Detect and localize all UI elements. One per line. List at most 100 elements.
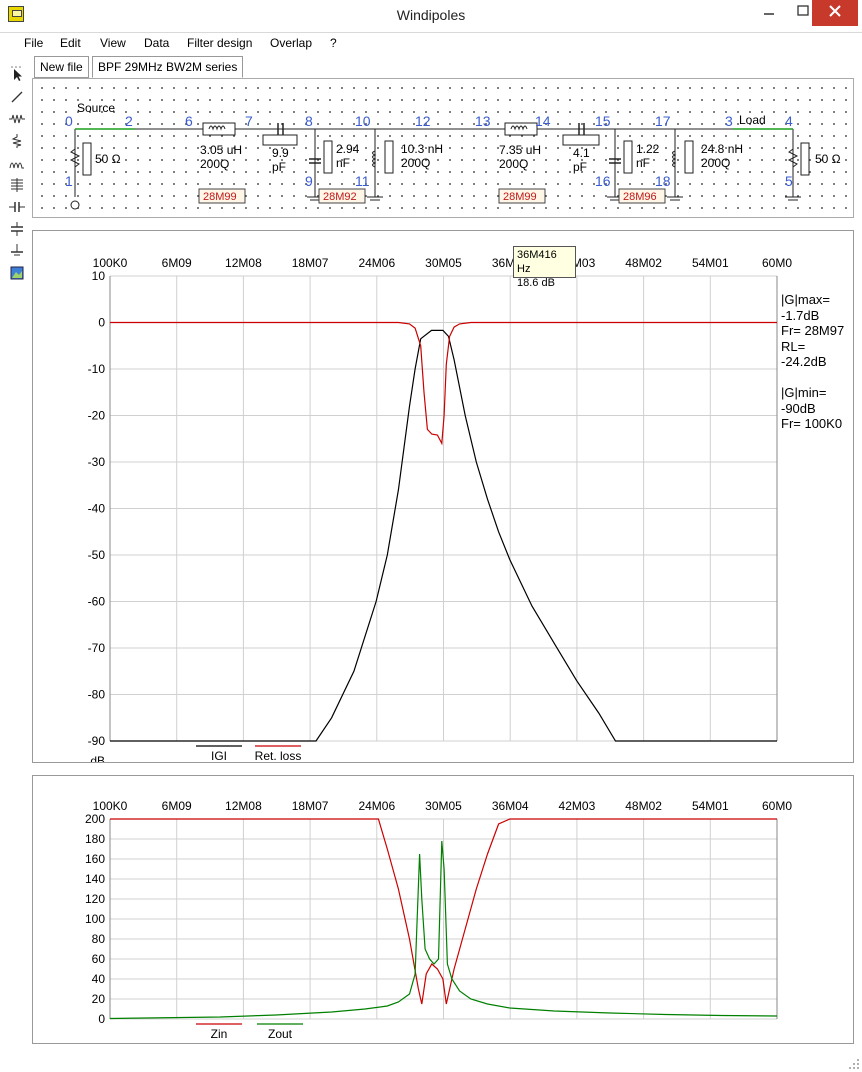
capacitor-ground-icon <box>11 222 23 236</box>
picture-tool[interactable] <box>6 266 28 284</box>
node-label: 18 <box>655 173 671 189</box>
tooltip-frequency: 36M416 Hz <box>517 249 557 275</box>
l2-q: 200Q <box>401 156 430 170</box>
window-title: Windipoles <box>396 7 466 23</box>
shunt-capacitor-tool[interactable] <box>6 222 28 240</box>
y-tick-label: 100 <box>85 912 105 926</box>
node-label: 15 <box>595 113 611 129</box>
tab-new-file[interactable]: New file <box>34 56 89 78</box>
shunt-inductor-1[interactable] <box>372 140 394 174</box>
x-tick-label: 36M04 <box>492 799 529 813</box>
gain-chart-panel[interactable]: 100K0 6M09 12M08 18M07 24M06 30M05 36M04 42M03 4… <box>32 230 854 763</box>
node-label: 4 <box>785 113 793 129</box>
c4-value: 1.22 <box>636 142 660 156</box>
x-tick-label: 30M05 <box>425 256 462 270</box>
coil-tool[interactable] <box>6 178 28 196</box>
c2-unit: nF <box>336 156 350 170</box>
series-capacitor-2[interactable] <box>562 123 600 146</box>
legend-label: Zout <box>268 1027 293 1041</box>
tool-palette <box>6 64 28 294</box>
resonance-label: 28M96 <box>623 191 657 203</box>
x-tick-label: 54M01 <box>692 256 729 270</box>
pointer-tool[interactable] <box>6 68 28 86</box>
y-tick-label: 80 <box>92 932 106 946</box>
wire-icon <box>11 91 23 103</box>
y-tick-label: 60 <box>92 952 106 966</box>
x-tick-label: 18M07 <box>292 256 329 270</box>
node-label: 13 <box>475 113 491 129</box>
series-inductor-1[interactable] <box>202 122 236 136</box>
resize-grip-icon[interactable] <box>848 1058 860 1070</box>
transformer-icon <box>9 162 24 169</box>
l1-q: 200Q <box>200 157 229 171</box>
series-inductor-2[interactable] <box>504 122 538 136</box>
load-resistor[interactable] <box>787 142 810 176</box>
capacitor-tool[interactable] <box>6 200 28 218</box>
resistor-tool[interactable] <box>6 112 28 130</box>
y-tick-label: 0 <box>98 1012 105 1026</box>
ground-icon <box>11 244 23 256</box>
resistor-icon <box>9 114 25 124</box>
x-tick-label: 6M09 <box>162 256 192 270</box>
schematic-drawing: 0 2 6 7 8 10 12 13 14 15 17 3 4 1 9 11 1… <box>65 101 841 210</box>
x-tick-label: 12M08 <box>225 799 262 813</box>
node-label: 6 <box>185 113 193 129</box>
legend-label: IGI <box>211 749 227 762</box>
menu-data[interactable]: Data <box>144 36 169 50</box>
inductor-tool[interactable] <box>6 134 28 152</box>
tooltip-value: 18.6 dB <box>517 277 555 289</box>
node-label: 5 <box>785 173 793 189</box>
series-capacitor-1[interactable] <box>262 123 298 146</box>
x-tick-label: 12M08 <box>225 256 262 270</box>
x-tick-label: 60M0 <box>762 256 792 270</box>
y-tick-label: 10 <box>92 269 106 283</box>
menu-view[interactable]: View <box>100 36 126 50</box>
legend-label: Zin <box>211 1027 228 1041</box>
impedance-chart-panel[interactable]: 100K0 6M09 12M08 18M07 24M06 30M05 36M04 42M03 4… <box>32 775 854 1044</box>
x-tick-label: 18M07 <box>292 799 329 813</box>
minimize-button[interactable] <box>752 0 786 26</box>
capacitor-icon <box>9 202 25 212</box>
coil-icon <box>11 178 23 192</box>
close-button[interactable] <box>812 0 858 26</box>
x-tick-label: 30M05 <box>425 799 462 813</box>
ground-tool[interactable] <box>6 244 28 262</box>
l4-q: 200Q <box>701 156 730 170</box>
node-label: 1 <box>65 173 73 189</box>
shunt-capacitor-2[interactable] <box>609 140 633 174</box>
source-resistor[interactable] <box>69 142 92 176</box>
node-label: 9 <box>305 173 313 189</box>
menu-overlap[interactable]: Overlap <box>270 36 312 50</box>
minimize-icon <box>764 13 774 15</box>
menu-filter-design[interactable]: Filter design <box>187 36 252 50</box>
source-resistance: 50 Ω <box>95 152 121 166</box>
y-tick-label: -20 <box>88 409 106 423</box>
shunt-inductor-2[interactable] <box>672 140 694 174</box>
menu-help[interactable]: ? <box>330 36 337 50</box>
menu-file[interactable]: File <box>24 36 43 50</box>
c1-value: 9.9 <box>272 146 289 160</box>
transformer-tool[interactable] <box>6 156 28 174</box>
c2-value: 2.94 <box>336 142 360 156</box>
x-tick-label: 6M09 <box>162 799 192 813</box>
resonance-label: 28M99 <box>503 191 537 203</box>
y-tick-label: -70 <box>88 641 106 655</box>
load-resistance: 50 Ω <box>815 152 841 166</box>
shunt-capacitor-1[interactable] <box>309 140 333 174</box>
wire-tool[interactable] <box>6 90 28 108</box>
resonance-label: 28M99 <box>203 191 237 203</box>
menu-edit[interactable]: Edit <box>60 36 81 50</box>
x-tick-label: 100K0 <box>93 799 128 813</box>
node-label: 2 <box>125 113 133 129</box>
node-label: 0 <box>65 113 73 129</box>
y-tick-label: -30 <box>88 455 106 469</box>
pointer-icon <box>14 69 22 81</box>
y-tick-label: -90 <box>88 734 106 748</box>
source-label: Source <box>77 101 115 115</box>
l3-q: 200Q <box>499 157 528 171</box>
y-tick-label: -50 <box>88 548 106 562</box>
x-tick-label: 48M02 <box>625 256 662 270</box>
tab-bpf-29mhz[interactable]: BPF 29MHz BW2M series <box>92 56 244 78</box>
schematic-canvas[interactable]: 0 2 6 7 8 10 12 13 14 15 17 3 4 1 9 11 1… <box>32 78 854 218</box>
close-icon <box>829 5 841 17</box>
